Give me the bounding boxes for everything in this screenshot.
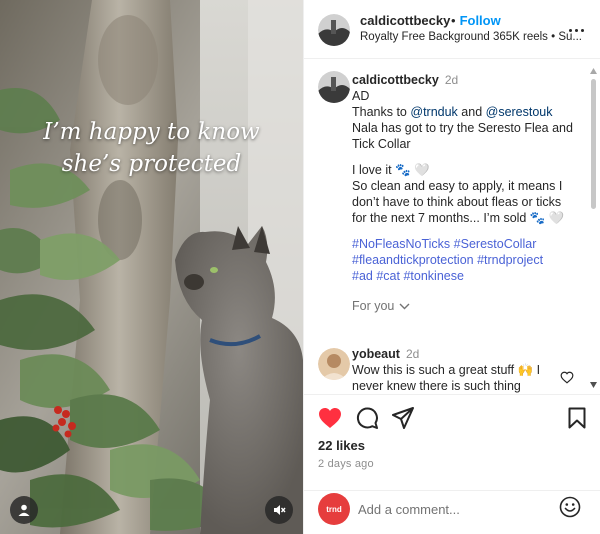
reel-video[interactable]: I’m happy to know she’s protected — [0, 0, 303, 534]
for-you-toggle[interactable]: For you — [352, 298, 582, 314]
commenter-avatar[interactable] — [318, 348, 350, 380]
save-bookmark-icon[interactable] — [568, 407, 586, 429]
post-actions: 22 likes 2 days ago trnd — [304, 394, 600, 534]
caption-line: #NoFleasNoTicks #SerestoCollar — [352, 236, 582, 252]
emoji-smiley-icon[interactable] — [559, 496, 581, 518]
overlay-line: she’s protected — [61, 151, 242, 177]
caption-text-run: and — [457, 105, 486, 119]
comment-bubble-icon[interactable] — [356, 407, 378, 429]
chevron-down-icon — [399, 303, 410, 309]
caption-body: caldicottbecky 2d AD Thanks to @trnduk and… — [352, 72, 582, 314]
author-username[interactable]: caldicottbecky — [360, 13, 450, 28]
follow-button[interactable]: • Follow — [451, 13, 501, 28]
caption-line: So clean and easy to apply, it means I — [352, 179, 563, 193]
mention-link[interactable]: @serestouk — [486, 105, 553, 119]
avatar-image — [318, 348, 350, 380]
commenter-username[interactable]: yobeaut — [352, 347, 400, 361]
scroll-thumb[interactable] — [591, 79, 596, 209]
post-header: caldicottbecky • Follow Royalty Free Back… — [304, 0, 600, 59]
comment-text: Wow this is such a great stuff 🙌 I — [352, 363, 541, 377]
more-options-button[interactable] — [565, 20, 587, 40]
caption-line: Tick Collar — [352, 137, 411, 151]
author-avatar[interactable] — [318, 71, 350, 103]
post-timestamp[interactable]: 2 days ago — [318, 458, 374, 470]
like-heart-icon[interactable] — [318, 407, 342, 429]
caption-line: #fleaandtickprotection #trndproject — [352, 252, 582, 268]
caption-line: #ad #cat #tonkinese — [352, 268, 582, 284]
like-comment-heart-icon[interactable] — [560, 371, 574, 384]
post-side-panel: caldicottbecky • Follow Royalty Free Back… — [303, 0, 600, 534]
separator-dot: • — [451, 13, 456, 28]
caption-line: Nala has got to try the Seresto Flea and — [352, 121, 573, 135]
comments-scrollbar[interactable] — [590, 67, 597, 389]
hashtag-link[interactable]: #SerestoCollar — [454, 237, 537, 251]
author-avatar[interactable] — [318, 14, 350, 46]
comments-list[interactable]: caldicottbecky 2d AD Thanks to @trnduk and… — [304, 60, 600, 394]
hashtag-link[interactable]: #trndproject — [477, 253, 543, 267]
scroll-up-arrow-icon[interactable] — [590, 67, 597, 75]
add-comment-bar: trnd — [304, 490, 600, 534]
caption-line: for the next 7 months... I’m sold 🐾 🤍 — [352, 211, 565, 225]
comment-time[interactable]: 2d — [406, 347, 419, 361]
caption-username[interactable]: caldicottbecky — [352, 73, 439, 87]
avatar-image — [318, 71, 350, 103]
reel-frame-image — [0, 0, 303, 534]
overlay-line: I’m happy to know — [43, 119, 260, 145]
speaker-muted-icon — [274, 505, 286, 515]
avatar-image — [318, 14, 350, 46]
current-user-avatar[interactable]: trnd — [318, 493, 350, 525]
caption-time[interactable]: 2d — [445, 73, 458, 87]
hashtag-link[interactable]: #ad — [352, 269, 373, 283]
share-paper-plane-icon[interactable] — [392, 407, 414, 429]
likes-count[interactable]: 22 likes — [318, 438, 365, 453]
caption-text-run: Thanks to — [352, 105, 411, 119]
mention-link[interactable]: @trnduk — [410, 105, 457, 119]
comment-body: yobeaut 2d Wow this is such a great stuff… — [352, 346, 557, 394]
caption-text: AD Thanks to @trnduk and @serestouk Nala h… — [352, 88, 582, 284]
hashtag-link[interactable]: #fleaandtickprotection — [352, 253, 474, 267]
comment-text: never knew there is such thing — [352, 379, 521, 393]
caption-line: don’t have to think about fleas or ticks — [352, 195, 562, 209]
caption-line: Thanks to @trnduk and @serestouk — [352, 104, 582, 120]
user-tag-icon — [18, 504, 30, 516]
more-horizontal-icon — [568, 28, 572, 32]
post-dialog: I’m happy to know she’s protected caldic… — [0, 0, 600, 534]
video-text-overlay: I’m happy to know she’s protected — [0, 116, 303, 180]
caption-line: AD — [352, 89, 370, 103]
avatar-label: trnd — [326, 504, 342, 514]
mute-toggle-button[interactable] — [265, 496, 293, 524]
comment-input[interactable] — [358, 499, 558, 519]
more-horizontal-icon — [580, 28, 584, 32]
tagged-users-button[interactable] — [10, 496, 38, 524]
hashtag-link[interactable]: #cat — [376, 269, 400, 283]
hashtag-link[interactable]: #tonkinese — [403, 269, 463, 283]
more-horizontal-icon — [574, 28, 578, 32]
follow-label: Follow — [459, 13, 501, 28]
audio-link[interactable]: Royalty Free Background 365K reels • Su.… — [360, 31, 582, 43]
hashtag-link[interactable]: #NoFleasNoTicks — [352, 237, 450, 251]
caption-line: I love it 🐾 🤍 — [352, 163, 430, 177]
for-you-label: For you — [352, 299, 395, 313]
scroll-down-arrow-icon[interactable] — [590, 381, 597, 389]
